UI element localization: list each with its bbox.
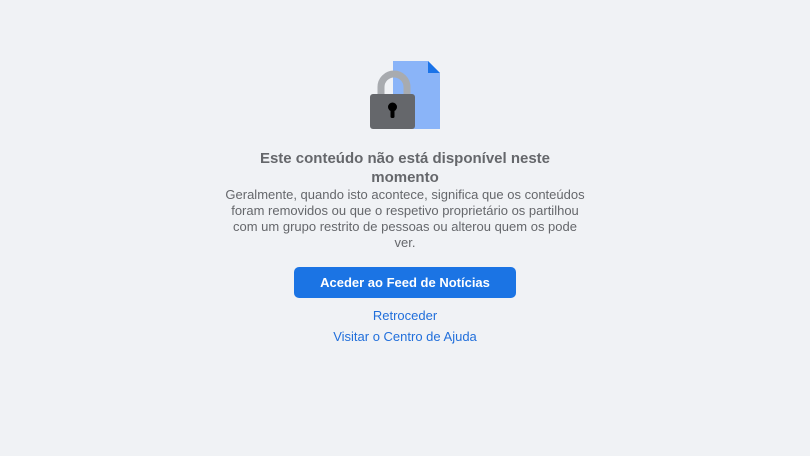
page-title: Este conteúdo não está disponível neste …	[259, 150, 551, 186]
go-to-news-feed-button[interactable]: Aceder ao Feed de Notícias	[294, 267, 516, 298]
description-text: Geralmente, quando isto acontece, signif…	[225, 187, 585, 250]
locked-document-icon	[370, 61, 440, 129]
content-unavailable-page: Este conteúdo não está disponível neste …	[0, 0, 810, 456]
help-center-link[interactable]: Visitar o Centro de Ajuda	[333, 329, 477, 345]
go-back-link[interactable]: Retroceder	[373, 308, 437, 324]
content-unavailable-panel: Este conteúdo não está disponível neste …	[0, 60, 810, 345]
